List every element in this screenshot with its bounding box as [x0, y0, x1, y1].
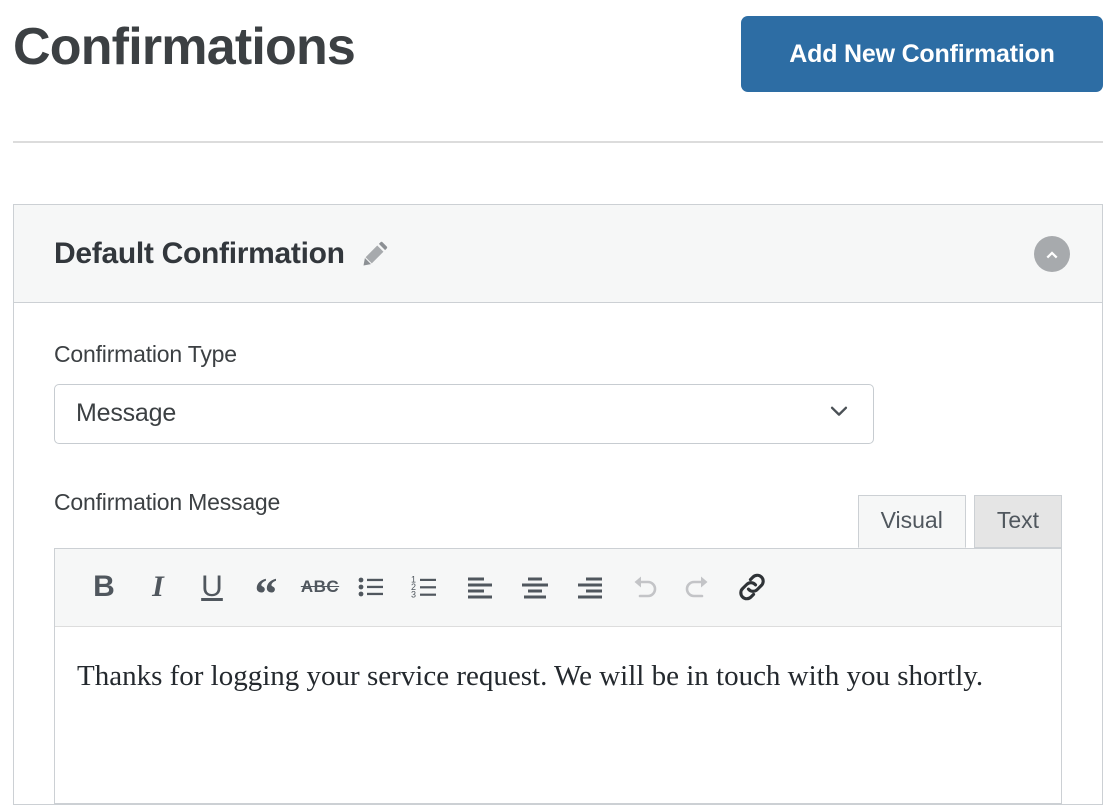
- header-divider: [13, 141, 1103, 143]
- editor-toolbar: B I U “ ABC 1 2 3: [55, 548, 1061, 627]
- numbered-list-icon[interactable]: 1 2 3: [401, 560, 455, 614]
- page-title: Confirmations: [13, 18, 356, 76]
- redo-icon[interactable]: [671, 560, 725, 614]
- editor-mode-tabs: Visual Text: [857, 495, 1062, 548]
- confirmation-message-label: Confirmation Message: [54, 488, 281, 515]
- panel-title: Default Confirmation: [54, 236, 345, 270]
- align-left-icon[interactable]: [455, 560, 509, 614]
- strikethrough-icon[interactable]: ABC: [293, 560, 347, 614]
- confirmation-type-label: Confirmation Type: [54, 341, 237, 367]
- confirmation-type-select-wrap: Message: [54, 383, 874, 444]
- confirmations-page: Confirmations Add New Confirmation Defau…: [0, 0, 1116, 805]
- italic-icon[interactable]: I: [131, 560, 185, 614]
- svg-text:3: 3: [411, 590, 416, 600]
- tab-visual[interactable]: Visual: [857, 495, 966, 548]
- page-header: Confirmations Add New Confirmation: [0, 0, 1116, 143]
- confirmation-message-row: Confirmation Message Visual Text: [54, 483, 1062, 548]
- chevron-up-icon: [1046, 250, 1058, 258]
- add-new-confirmation-button[interactable]: Add New Confirmation: [741, 16, 1103, 92]
- panel-body: Confirmation Type Message Confirmation M…: [14, 303, 1102, 804]
- confirmation-type-select[interactable]: Message: [54, 383, 874, 444]
- align-right-icon[interactable]: [563, 560, 617, 614]
- panel-header[interactable]: Default Confirmation: [14, 205, 1102, 303]
- align-center-icon[interactable]: [509, 560, 563, 614]
- bulleted-list-icon[interactable]: [347, 560, 401, 614]
- tab-text[interactable]: Text: [973, 495, 1062, 548]
- confirmation-message-body[interactable]: Thanks for logging your service request.…: [55, 627, 1061, 803]
- panel-collapse-toggle[interactable]: [1034, 235, 1070, 272]
- default-confirmation-panel: Default Confirmation Confirmation Type M…: [13, 204, 1103, 805]
- pencil-icon[interactable]: [360, 241, 388, 269]
- underline-icon[interactable]: U: [185, 560, 239, 614]
- undo-icon[interactable]: [617, 560, 671, 614]
- blockquote-icon[interactable]: “: [239, 553, 293, 621]
- bold-icon[interactable]: B: [77, 560, 131, 614]
- wysiwyg-editor: B I U “ ABC 1 2 3 Thanks for logging you…: [54, 547, 1062, 804]
- insert-link-icon[interactable]: [725, 560, 779, 614]
